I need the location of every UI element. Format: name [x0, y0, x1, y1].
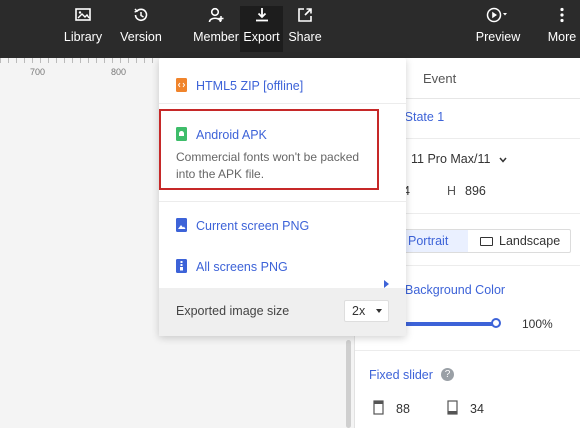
- fixed-top-value[interactable]: 88: [396, 402, 410, 416]
- top-toolbar: Library Version Member Export Share Prev…: [0, 0, 580, 58]
- more-button[interactable]: More: [544, 6, 580, 52]
- export-size-value: 2x: [352, 304, 366, 318]
- preview-label: Preview: [475, 30, 521, 44]
- export-dropdown-menu: HTML5 ZIP [offline] Android APK Commerci…: [159, 58, 406, 336]
- version-button[interactable]: Version: [117, 6, 165, 52]
- menu-divider: [159, 201, 406, 202]
- export-size-row: Exported image size 2x: [159, 288, 406, 336]
- library-icon: [75, 8, 91, 21]
- zip-file-icon: [176, 259, 187, 273]
- landscape-icon: [480, 236, 493, 246]
- export-all-screens-png[interactable]: All screens PNG: [159, 257, 406, 277]
- fixed-bottom-value[interactable]: 34: [470, 402, 484, 416]
- divider: [355, 350, 580, 351]
- caret-down-icon: [376, 309, 382, 313]
- android-file-icon: [176, 127, 187, 141]
- html-file-icon: [176, 78, 187, 92]
- library-label: Library: [63, 30, 103, 44]
- opacity-slider-thumb[interactable]: [491, 318, 501, 328]
- landscape-option[interactable]: Landscape: [470, 230, 570, 252]
- library-button[interactable]: Library: [60, 6, 106, 52]
- ruler-mark-800: 800: [111, 67, 127, 77]
- export-label: Export: [243, 30, 280, 44]
- more-vertical-icon: [560, 7, 564, 23]
- version-label: Version: [120, 30, 162, 44]
- height-label: H: [447, 184, 457, 198]
- fixed-top-icon: [373, 400, 384, 415]
- share-icon: [298, 8, 312, 22]
- history-icon: [134, 8, 148, 22]
- landscape-label: Landscape: [499, 234, 561, 248]
- android-description: Commercial fonts won't be packed into th…: [176, 150, 360, 181]
- share-label: Share: [288, 30, 322, 44]
- export-button[interactable]: Export: [240, 6, 283, 52]
- export-size-label: Exported image size: [176, 304, 290, 318]
- ruler-mark-700: 700: [30, 67, 46, 77]
- opacity-slider-track[interactable]: [395, 322, 495, 326]
- export-android-apk[interactable]: Android APK: [159, 126, 406, 146]
- more-label: More: [547, 30, 577, 44]
- opacity-value[interactable]: 100%: [522, 317, 553, 331]
- height-value[interactable]: 896: [465, 184, 486, 198]
- tab-event[interactable]: Event: [423, 71, 456, 86]
- all-png-label: All screens PNG: [196, 260, 288, 274]
- export-current-screen-png[interactable]: Current screen PNG: [159, 216, 406, 236]
- portrait-option[interactable]: Portrait: [396, 230, 468, 252]
- image-file-icon: [176, 218, 187, 232]
- help-icon[interactable]: ?: [441, 368, 454, 381]
- add-member-icon: [208, 7, 224, 23]
- export-html5-zip[interactable]: HTML5 ZIP [offline]: [159, 76, 406, 96]
- background-color-label: Background Color: [405, 283, 506, 297]
- android-label: Android APK: [196, 128, 267, 142]
- fixed-slider-label: Fixed slider: [369, 368, 433, 382]
- ruler-ticks: [0, 58, 160, 63]
- current-png-label: Current screen PNG: [196, 219, 310, 233]
- export-size-select[interactable]: 2x: [344, 300, 389, 322]
- play-dropdown-icon: [486, 7, 507, 23]
- html5-label: HTML5 ZIP [offline]: [196, 79, 304, 93]
- horizontal-ruler: 700 800: [0, 58, 160, 80]
- download-icon: [255, 8, 268, 22]
- member-label: Member: [193, 30, 239, 44]
- device-selector[interactable]: 11 Pro Max/11: [411, 152, 507, 166]
- fixed-bottom-icon: [447, 400, 458, 415]
- menu-divider: [159, 103, 406, 104]
- orientation-toggle: Portrait Landscape: [395, 229, 571, 253]
- preview-button[interactable]: Preview: [473, 6, 523, 52]
- submenu-chevron-icon: [384, 280, 389, 288]
- canvas-scrollbar[interactable]: [346, 340, 351, 428]
- chevron-down-icon: [499, 157, 507, 163]
- device-label: 11 Pro Max/11: [411, 152, 491, 166]
- share-button[interactable]: Share: [285, 6, 325, 52]
- member-button[interactable]: Member: [191, 6, 241, 52]
